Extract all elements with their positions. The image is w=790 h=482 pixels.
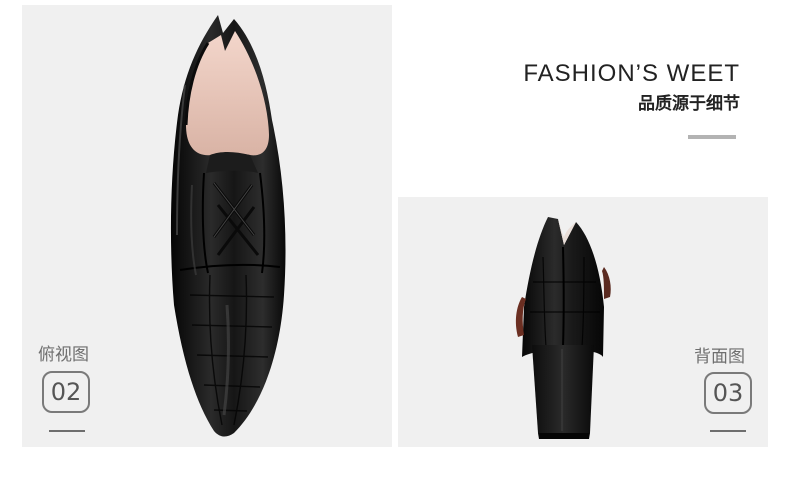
top-view-label: 俯视图 (38, 345, 89, 365)
top-view-number-badge: 02 (42, 371, 90, 413)
brand-accent-rule (688, 135, 736, 139)
back-view-underline (710, 430, 746, 432)
back-view-panel: 背面图 03 (398, 197, 768, 447)
top-view-panel: 俯视图 02 (22, 5, 392, 447)
brand-subtitle: 品质源于细节 (638, 94, 740, 114)
back-view-label: 背面图 (694, 347, 745, 367)
brand-title: FASHION’S WEET (523, 60, 740, 87)
back-view-number-badge: 03 (704, 372, 752, 414)
top-view-underline (49, 430, 85, 432)
